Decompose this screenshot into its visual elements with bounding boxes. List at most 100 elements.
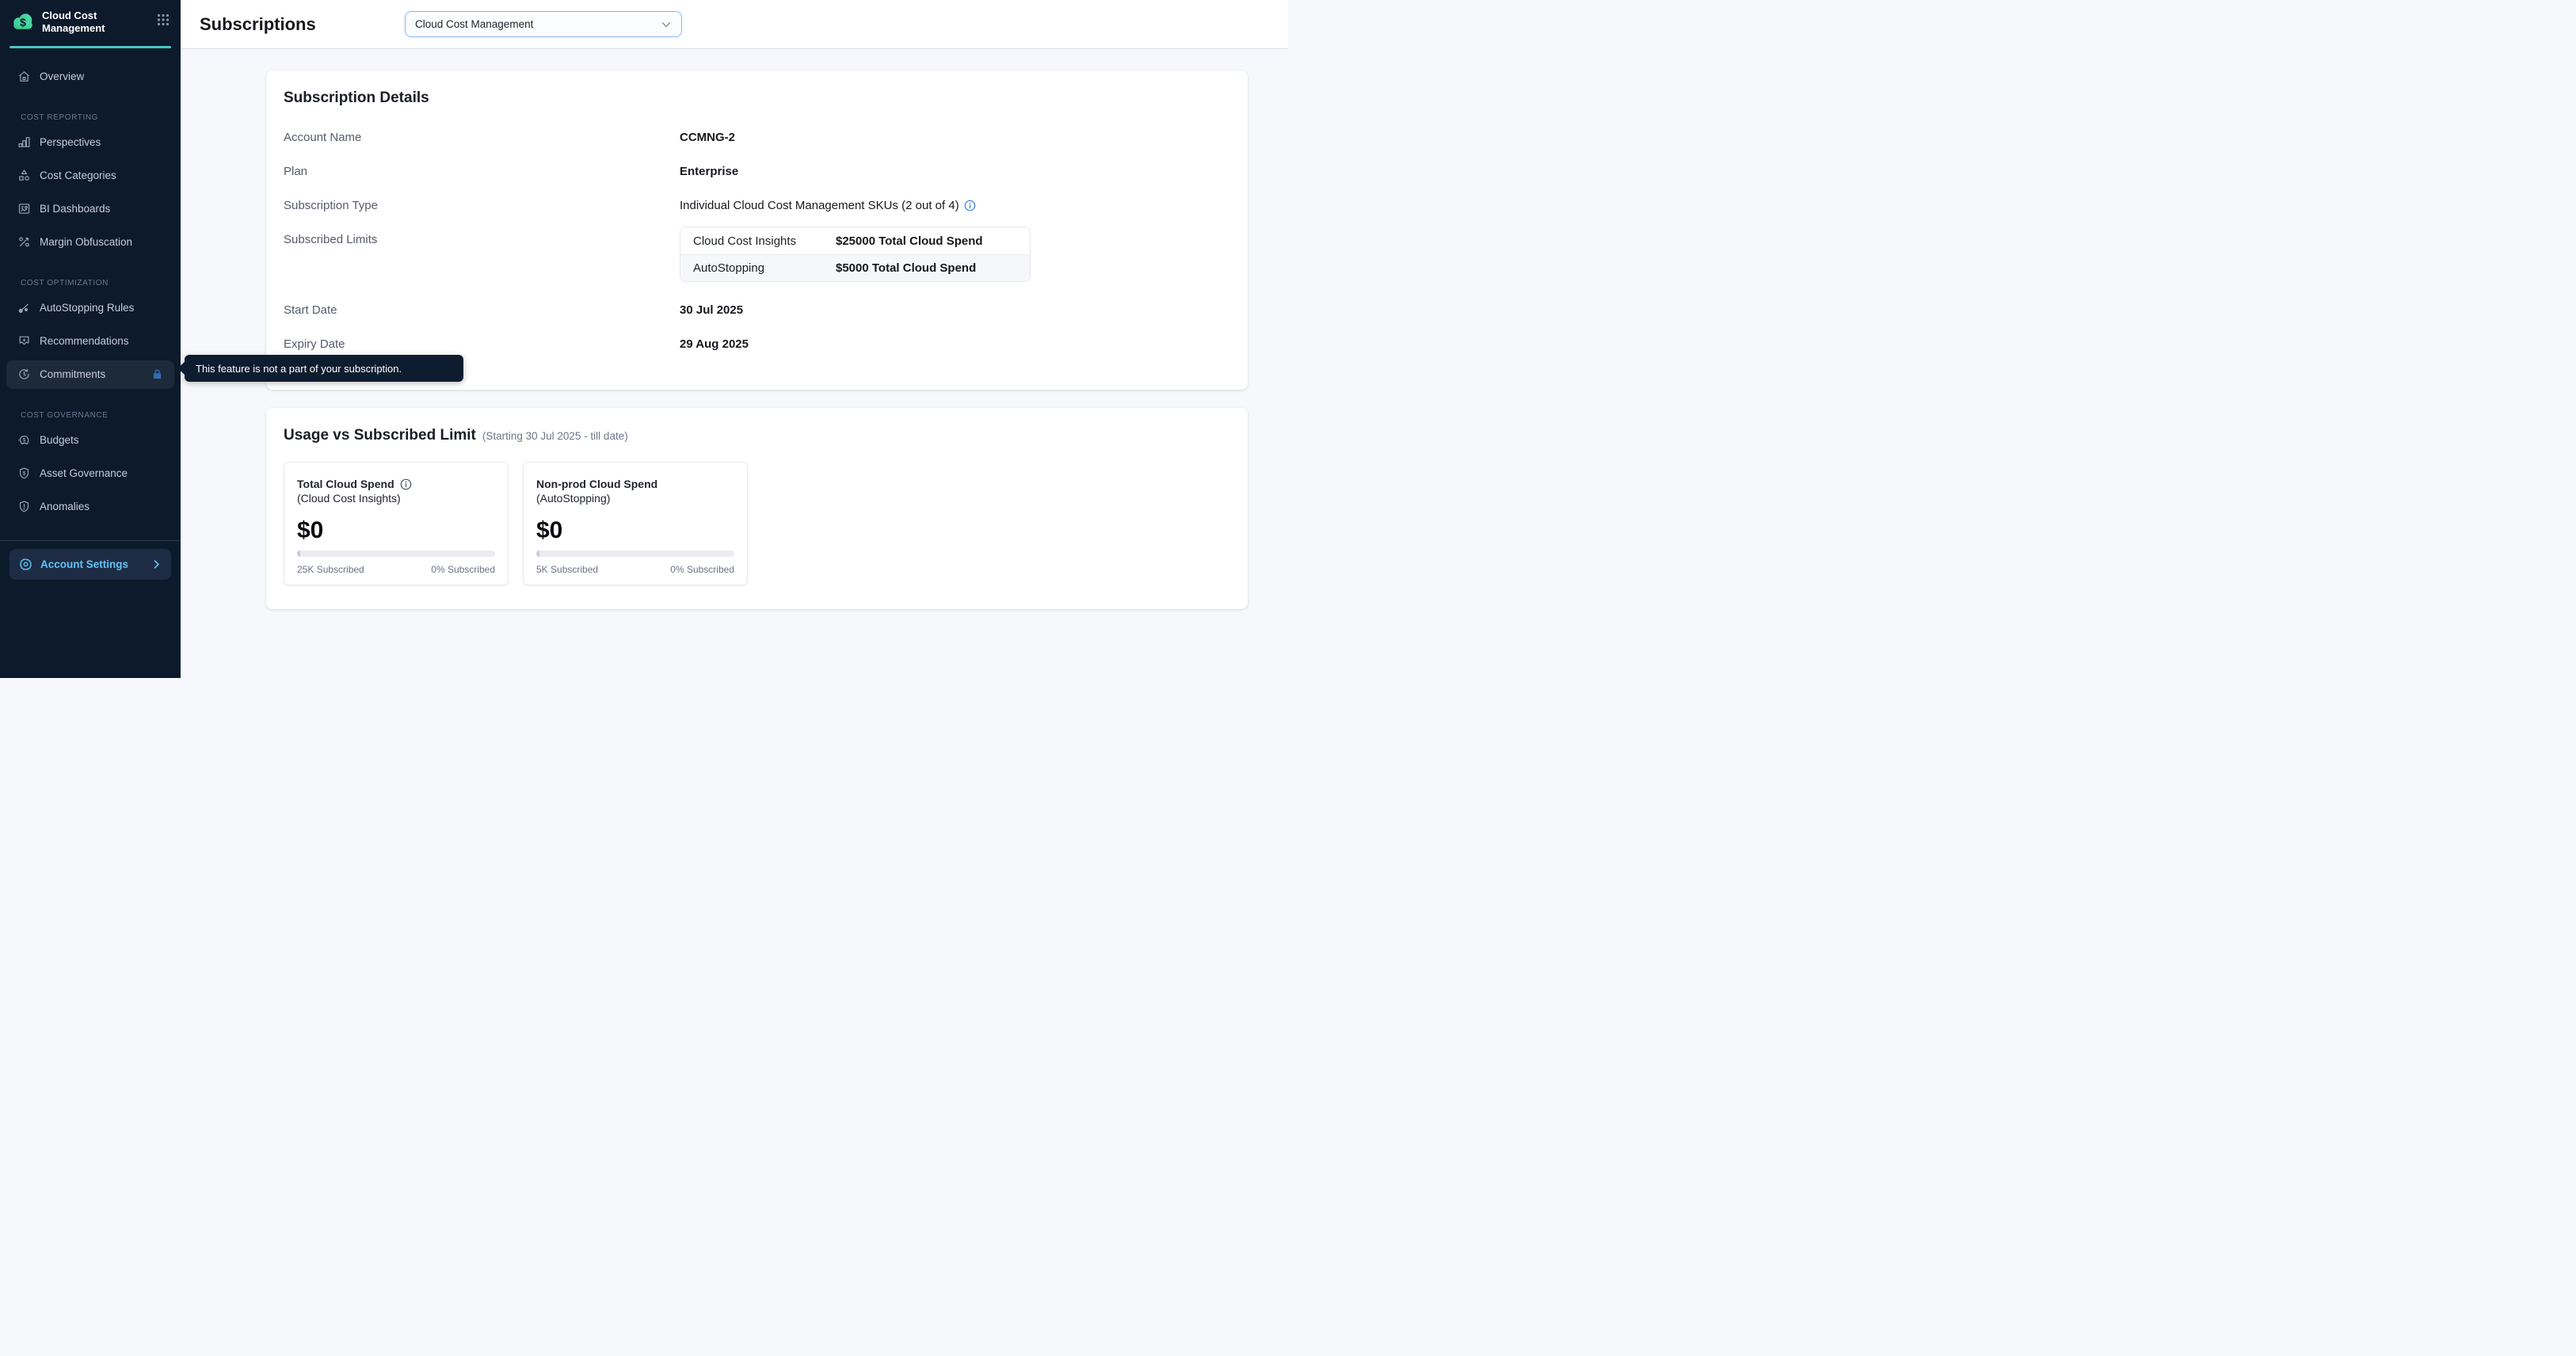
info-icon[interactable] (400, 478, 412, 490)
page-header: Subscriptions Cloud Cost Management (181, 0, 1288, 49)
sidebar-header: $ Cloud Cost Management (0, 0, 181, 44)
account-name-row: Account Name CCMNG-2 (284, 131, 1216, 148)
subscription-lock-tooltip: This feature is not a part of your subsc… (185, 355, 463, 382)
recommendations-badge-icon (17, 334, 31, 348)
mini-card-subtitle: (AutoStopping) (536, 492, 734, 505)
usage-progress-fill (297, 550, 300, 557)
sidebar-item-asset-governance[interactable]: $ Asset Governance (0, 459, 181, 488)
tooltip-text: This feature is not a part of your subsc… (196, 363, 402, 375)
dashboard-image-icon (17, 202, 31, 215)
plan-label: Plan (284, 165, 680, 178)
subscription-details-title: Subscription Details (284, 90, 1216, 107)
subscribed-percent-label: 0% Subscribed (431, 564, 495, 575)
sidebar-item-account-settings[interactable]: Account Settings (10, 549, 171, 580)
sku-limit: $25000 Total Cloud Spend (836, 234, 983, 248)
total-cloud-spend-card: Total Cloud Spend (Cloud Cost Insights) … (284, 462, 509, 585)
percent-arrow-icon (17, 235, 31, 249)
subscription-type-text: Individual Cloud Cost Management SKUs (2… (680, 199, 959, 212)
sidebar-item-overview[interactable]: Overview (0, 63, 181, 91)
commitments-clock-icon (17, 368, 31, 381)
subscription-type-row: Subscription Type Individual Cloud Cost … (284, 199, 1216, 216)
subscription-details-card: Subscription Details Account Name CCMNG-… (266, 70, 1248, 390)
expiry-date-row: Expiry Date 29 Aug 2025 (284, 337, 1216, 355)
piggy-bank-icon: $ (17, 433, 31, 447)
plan-value: Enterprise (680, 165, 738, 178)
sidebar-item-label: Budgets (40, 434, 79, 446)
sidebar-item-label: Perspectives (40, 136, 101, 148)
sku-limit: $5000 Total Cloud Spend (836, 261, 976, 275)
sidebar-item-label: Margin Obfuscation (40, 236, 132, 248)
usage-bar-labels: 5K Subscribed 0% Subscribed (536, 564, 734, 575)
sidebar-item-cost-categories[interactable]: Cost Categories (0, 162, 181, 190)
sku-name: Cloud Cost Insights (693, 234, 836, 248)
lock-icon (151, 368, 163, 380)
spend-amount: $0 (297, 517, 495, 544)
sidebar-item-label: Anomalies (40, 501, 90, 512)
usage-progress-bar (297, 550, 495, 557)
module-select-dropdown[interactable]: Cloud Cost Management (405, 11, 682, 37)
mini-card-title-row: Non-prod Cloud Spend (536, 478, 734, 490)
sidebar-item-label: Overview (40, 70, 84, 82)
usage-title: Usage vs Subscribed Limit (284, 427, 476, 444)
start-date-row: Start Date 30 Jul 2025 (284, 303, 1216, 321)
sidebar-section-cost-reporting: COST REPORTING (0, 96, 181, 128)
mini-card-subtitle: (Cloud Cost Insights) (297, 492, 495, 505)
svg-text:$: $ (23, 438, 26, 443)
usage-title-row: Usage vs Subscribed Limit (Starting 30 J… (284, 427, 1230, 444)
usage-subtitle: (Starting 30 Jul 2025 - till date) (482, 430, 628, 442)
gear-icon (19, 558, 32, 571)
sidebar-item-budgets[interactable]: $ Budgets (0, 426, 181, 455)
app-grid-icon[interactable] (157, 13, 170, 26)
svg-text:$: $ (23, 470, 26, 476)
sidebar-item-commitments[interactable]: Commitments (6, 360, 174, 389)
cloud-cost-management-logo-icon: $ (11, 11, 35, 30)
sidebar: $ Cloud Cost Management Overview COST (0, 0, 181, 678)
main-area: Subscriptions Cloud Cost Management Subs… (181, 0, 1288, 678)
table-row: AutoStopping $5000 Total Cloud Spend (680, 254, 1030, 281)
plan-row: Plan Enterprise (284, 165, 1216, 182)
sidebar-item-autostopping-rules[interactable]: AutoStopping Rules (0, 294, 181, 322)
table-row: Cloud Cost Insights $25000 Total Cloud S… (680, 227, 1030, 254)
subscribed-limits-label: Subscribed Limits (284, 233, 680, 246)
spend-amount: $0 (536, 517, 734, 544)
info-icon[interactable] (964, 200, 976, 211)
mini-card-title-row: Total Cloud Spend (297, 478, 495, 490)
subscription-type-label: Subscription Type (284, 199, 680, 212)
chevron-right-icon (151, 559, 162, 569)
sidebar-item-recommendations[interactable]: Recommendations (0, 327, 181, 356)
app-title: Cloud Cost Management (42, 10, 121, 36)
sidebar-item-label: Account Settings (40, 558, 128, 570)
non-prod-cloud-spend-card: Non-prod Cloud Spend (AutoStopping) $0 5… (523, 462, 748, 585)
account-name-value: CCMNG-2 (680, 131, 735, 144)
sidebar-item-anomalies[interactable]: Anomalies (0, 493, 181, 521)
bar-chart-icon (17, 135, 31, 149)
sidebar-item-label: Cost Categories (40, 170, 116, 181)
chevron-down-icon (661, 19, 672, 30)
sidebar-item-label: Recommendations (40, 335, 129, 347)
sidebar-item-bi-dashboards[interactable]: BI Dashboards (0, 195, 181, 223)
subscription-type-value: Individual Cloud Cost Management SKUs (2… (680, 199, 976, 212)
expiry-date-label: Expiry Date (284, 337, 680, 351)
autostopping-icon (17, 301, 31, 314)
start-date-value: 30 Jul 2025 (680, 303, 743, 317)
sidebar-item-label: BI Dashboards (40, 203, 110, 215)
usage-progress-fill (536, 550, 539, 557)
sidebar-item-label: Asset Governance (40, 467, 128, 479)
start-date-label: Start Date (284, 303, 680, 317)
shield-dollar-icon: $ (17, 467, 31, 480)
sidebar-nav: Overview COST REPORTING Perspectives Cos… (0, 48, 181, 679)
tooltip-arrow (177, 362, 185, 375)
sidebar-item-margin-obfuscation[interactable]: Margin Obfuscation (0, 228, 181, 257)
expiry-date-value: 29 Aug 2025 (680, 337, 749, 351)
sidebar-item-perspectives[interactable]: Perspectives (0, 128, 181, 157)
sidebar-item-label: AutoStopping Rules (40, 302, 134, 314)
mini-card-title: Non-prod Cloud Spend (536, 478, 657, 490)
sidebar-section-cost-governance: COST GOVERNANCE (0, 394, 181, 426)
usage-mini-cards: Total Cloud Spend (Cloud Cost Insights) … (284, 462, 1230, 585)
shapes-icon (17, 169, 31, 182)
mini-card-title: Total Cloud Spend (297, 478, 394, 490)
svg-text:$: $ (20, 16, 26, 29)
account-name-label: Account Name (284, 131, 680, 144)
module-select-value: Cloud Cost Management (415, 18, 533, 30)
subscription-details-rows: Account Name CCMNG-2 Plan Enterprise Sub… (284, 131, 1216, 355)
